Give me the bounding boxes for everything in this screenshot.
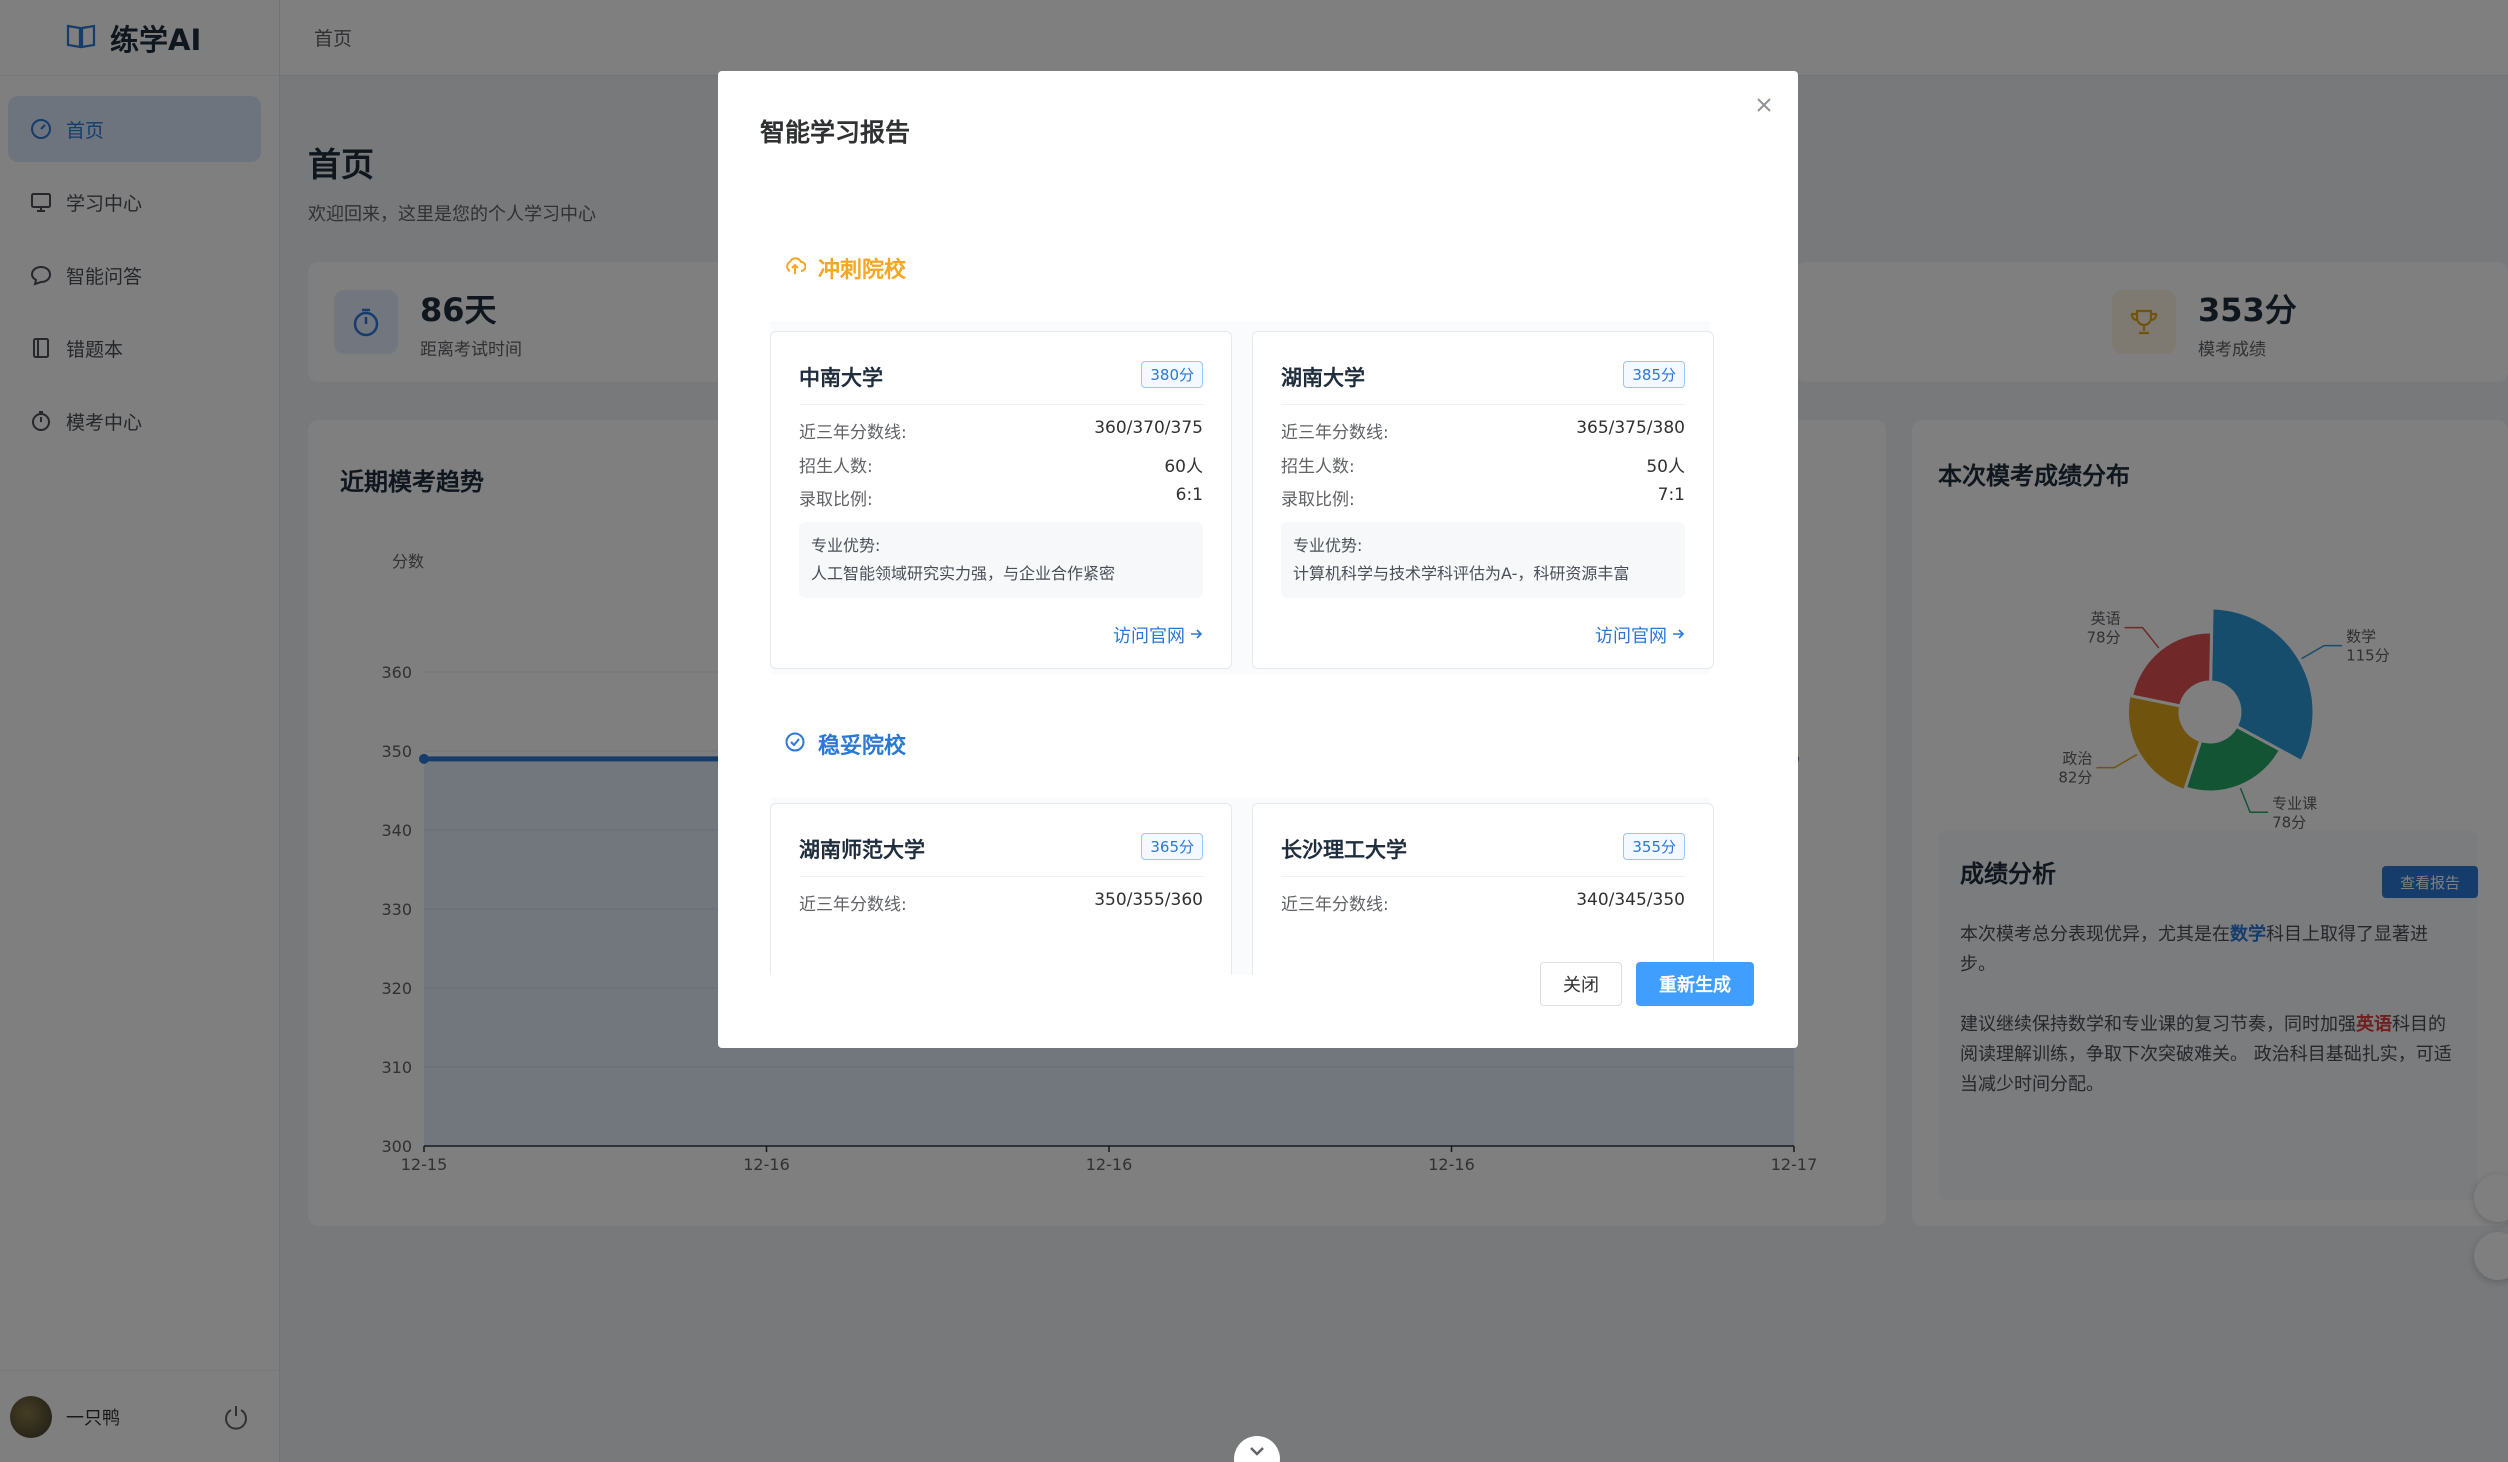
info-row: 近三年分数线: 365/375/380 <box>1281 418 1685 443</box>
score-badge: 380分 <box>1141 361 1203 388</box>
row-label: 录取比例: <box>799 490 873 510</box>
row-label: 近三年分数线: <box>799 423 907 443</box>
regenerate-button[interactable]: 重新生成 <box>1636 962 1754 1006</box>
school-card-hunnu: 湖南师范大学 365分 近三年分数线: 350/355/360 <box>770 803 1232 975</box>
score-badge: 385分 <box>1623 361 1685 388</box>
close-button[interactable]: 关闭 <box>1540 962 1622 1006</box>
score-badge: 355分 <box>1623 833 1685 860</box>
info-row: 近三年分数线: 340/345/350 <box>1281 890 1685 915</box>
modal-body[interactable]: 冲刺院校 中南大学 380分 近三年分数线: 360/370/375 招生人数: 6… <box>758 205 1758 975</box>
row-label: 招生人数: <box>1281 457 1355 477</box>
divider <box>1281 876 1685 877</box>
chevron-down-icon <box>1248 1444 1266 1462</box>
visit-website-link[interactable]: 访问官网 <box>1595 622 1685 648</box>
school-card-csu: 中南大学 380分 近三年分数线: 360/370/375 招生人数: 60人 录取… <box>770 331 1232 669</box>
info-row: 招生人数: 60人 <box>799 452 1203 477</box>
school-name: 长沙理工大学 <box>1281 838 1407 862</box>
info-row: 近三年分数线: 360/370/375 <box>799 418 1203 443</box>
row-value: 7:1 <box>1657 485 1685 505</box>
school-card-csust: 长沙理工大学 355分 近三年分数线: 340/345/350 <box>1252 803 1714 975</box>
school-name: 中南大学 <box>799 366 883 390</box>
divider <box>799 404 1203 405</box>
modal-title: 智能学习报告 <box>760 118 911 147</box>
advantage-text: 人工智能领域研究实力强，与企业合作紧密 <box>811 564 1116 583</box>
row-value: 50人 <box>1646 457 1685 477</box>
close-icon[interactable] <box>1750 91 1778 119</box>
row-value: 360/370/375 <box>1094 418 1203 438</box>
advantage-label: 专业优势: <box>1293 536 1363 555</box>
row-label: 近三年分数线: <box>799 895 907 915</box>
school-name: 湖南大学 <box>1281 366 1365 390</box>
section-title: 冲刺院校 <box>818 258 907 283</box>
section-header: 稳妥院校 <box>770 691 1710 797</box>
school-name: 湖南师范大学 <box>799 838 925 862</box>
score-badge: 365分 <box>1141 833 1203 860</box>
arrow-right-icon <box>1671 625 1685 646</box>
upload-cloud-icon <box>784 255 807 281</box>
section-title: 稳妥院校 <box>818 734 907 759</box>
arrow-right-icon <box>1189 625 1203 646</box>
info-row: 近三年分数线: 350/355/360 <box>799 890 1203 915</box>
visit-website-link[interactable]: 访问官网 <box>1113 622 1203 648</box>
row-label: 招生人数: <box>799 457 873 477</box>
info-row: 录取比例: 6:1 <box>799 485 1203 510</box>
section-reach-schools: 冲刺院校 中南大学 380分 近三年分数线: 360/370/375 招生人数: 6… <box>770 215 1714 675</box>
row-value: 340/345/350 <box>1576 890 1685 910</box>
row-value: 6:1 <box>1175 485 1203 505</box>
divider <box>1281 404 1685 405</box>
info-row: 招生人数: 50人 <box>1281 452 1685 477</box>
check-circle-icon <box>784 731 806 757</box>
school-card-hnu: 湖南大学 385分 近三年分数线: 365/375/380 招生人数: 50人 录取… <box>1252 331 1714 669</box>
report-modal: 智能学习报告 冲刺院校 中南大学 380分 近三年分数线: 360/370/375… <box>718 71 1798 1048</box>
section-header: 冲刺院校 <box>770 215 1710 321</box>
divider <box>799 876 1203 877</box>
advantage-label: 专业优势: <box>811 536 881 555</box>
row-label: 录取比例: <box>1281 490 1355 510</box>
row-value: 60人 <box>1164 457 1203 477</box>
link-label: 访问官网 <box>1595 626 1667 647</box>
row-label: 近三年分数线: <box>1281 423 1389 443</box>
advantage-text: 计算机科学与技术学科评估为A-，科研资源丰富 <box>1293 564 1630 583</box>
row-label: 近三年分数线: <box>1281 895 1389 915</box>
info-row: 录取比例: 7:1 <box>1281 485 1685 510</box>
advantage-box: 专业优势: 人工智能领域研究实力强，与企业合作紧密 <box>799 522 1203 598</box>
row-value: 350/355/360 <box>1094 890 1203 910</box>
row-value: 365/375/380 <box>1576 418 1685 438</box>
section-safe-schools: 稳妥院校 湖南师范大学 365分 近三年分数线: 350/355/360 长沙理工… <box>770 691 1714 975</box>
link-label: 访问官网 <box>1113 626 1185 647</box>
advantage-box: 专业优势: 计算机科学与技术学科评估为A-，科研资源丰富 <box>1281 522 1685 598</box>
